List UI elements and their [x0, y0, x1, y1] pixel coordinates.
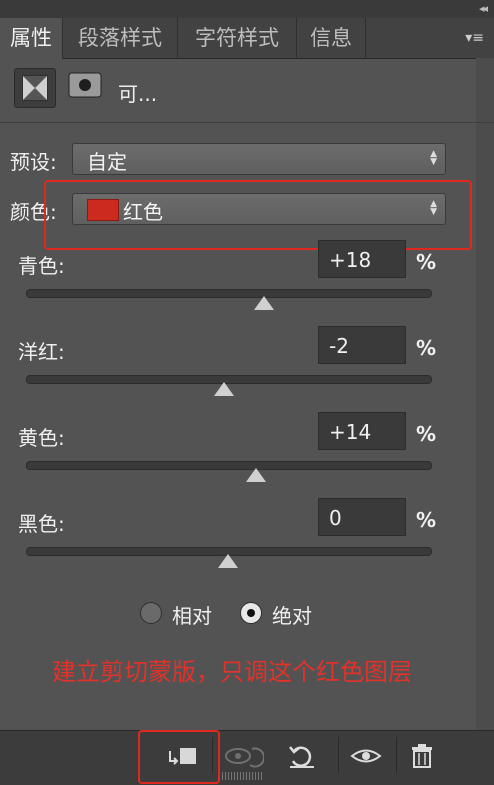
preset-label: 预设:	[10, 150, 57, 174]
magenta-value: -2	[329, 334, 349, 358]
cyan-percent: %	[416, 250, 437, 274]
panel-title: 可...	[118, 82, 158, 106]
tab-properties[interactable]: 属性	[0, 18, 63, 59]
tab-info[interactable]: 信息	[297, 18, 366, 58]
slider-label-magenta: 洋红:	[18, 340, 65, 364]
panel-scrollbar[interactable]	[476, 58, 494, 730]
yellow-value: +14	[329, 420, 372, 444]
highlight-box-color-select	[44, 180, 472, 250]
cyan-slider-thumb[interactable]	[254, 296, 275, 310]
yellow-percent: %	[416, 422, 437, 446]
toolbar-separator	[396, 737, 397, 773]
trash-icon[interactable]	[400, 739, 444, 773]
collapse-panel-icon[interactable]: ◂◂	[479, 2, 488, 15]
tab-character-styles[interactable]: 字符样式	[178, 18, 297, 58]
annotation-text: 建立剪切蒙版，只调这个红色图层	[52, 658, 412, 686]
radio-relative[interactable]	[140, 602, 162, 624]
reset-icon[interactable]	[280, 739, 324, 773]
slider-label-black: 黑色:	[18, 512, 65, 536]
yellow-slider-track[interactable]	[26, 461, 432, 470]
black-slider-thumb[interactable]	[218, 554, 238, 568]
magenta-value-input[interactable]: -2	[318, 326, 406, 364]
black-value: 0	[329, 506, 342, 530]
magenta-percent: %	[416, 336, 437, 360]
toolbar-separator	[338, 737, 339, 773]
mask-icon[interactable]	[68, 72, 102, 98]
cyan-value: +18	[329, 248, 372, 272]
radio-relative-label: 相对	[172, 604, 212, 628]
panel-menu-icon[interactable]: ▾≡	[465, 30, 484, 46]
resize-grip[interactable]	[222, 772, 262, 780]
view-previous-icon[interactable]	[220, 739, 265, 773]
panel-top-strip: ◂◂	[0, 0, 494, 18]
yellow-slider-thumb[interactable]	[246, 468, 267, 482]
slider-label-yellow: 黄色:	[18, 426, 65, 450]
preset-select[interactable]: 自定 ▲ ▼	[72, 143, 446, 175]
cyan-value-input[interactable]: +18	[318, 240, 406, 278]
header-divider	[0, 122, 494, 123]
slider-label-cyan: 青色:	[18, 254, 65, 278]
tab-paragraph-styles[interactable]: 段落样式	[63, 18, 178, 58]
cyan-slider-track[interactable]	[26, 289, 432, 298]
preset-value: 自定	[87, 150, 127, 174]
radio-absolute[interactable]	[240, 602, 262, 624]
adjustment-icon[interactable]	[14, 68, 56, 108]
highlight-box-clip-button	[138, 730, 220, 784]
black-value-input[interactable]: 0	[318, 498, 406, 536]
visibility-icon[interactable]	[344, 739, 388, 773]
black-percent: %	[416, 508, 437, 532]
yellow-value-input[interactable]: +14	[318, 412, 406, 450]
select-arrows-icon: ▲ ▼	[430, 149, 437, 167]
magenta-slider-thumb[interactable]	[213, 382, 234, 396]
radio-absolute-label: 绝对	[272, 604, 312, 628]
panel-tab-bar: 属性 段落样式 字符样式 信息 ▾≡	[0, 18, 494, 59]
